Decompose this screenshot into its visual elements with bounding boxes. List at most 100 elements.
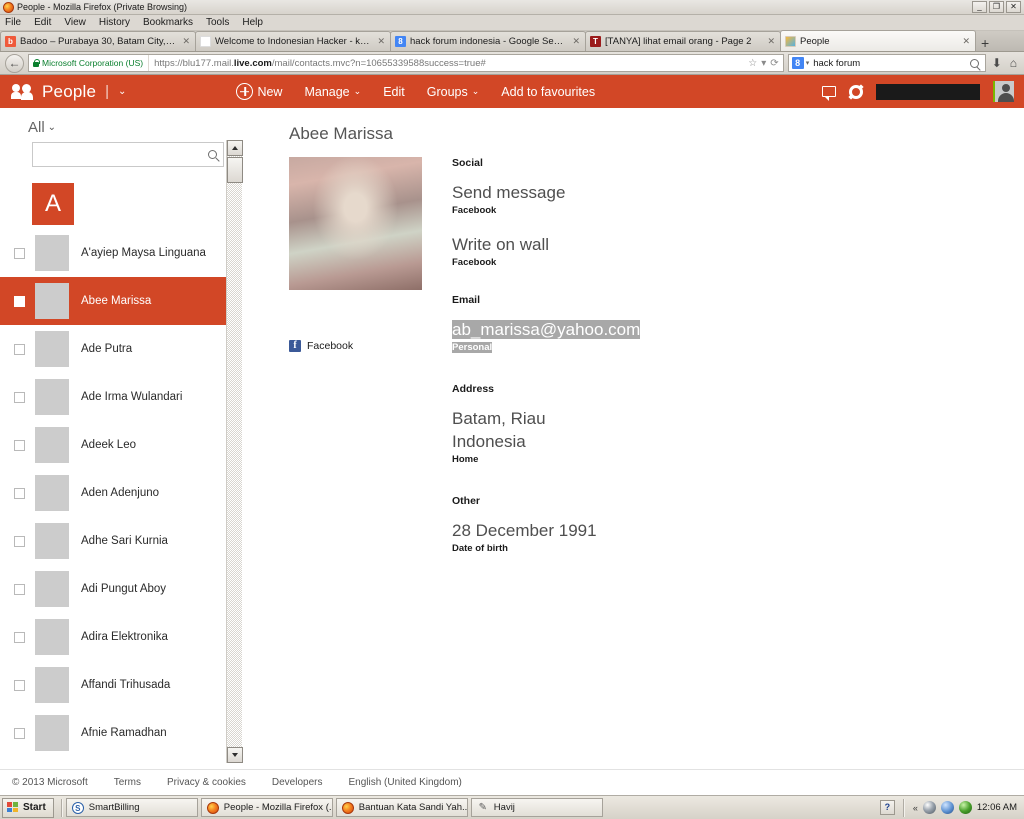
language-link[interactable]: English (United Kingdom)	[348, 777, 461, 788]
list-item[interactable]: Adeek Leo	[0, 421, 242, 469]
scrollbar-thumb[interactable]	[227, 157, 243, 183]
browser-tab[interactable]: T [TANYA] lihat email orang - Page 2 ✕	[585, 31, 781, 51]
clock[interactable]: 12:06 AM	[977, 802, 1017, 813]
privacy-cookies-link[interactable]: Privacy & cookies	[167, 777, 246, 788]
scroll-up-button[interactable]	[227, 140, 243, 156]
close-icon[interactable]: ✕	[765, 36, 775, 47]
app-header-right	[822, 81, 1024, 102]
site-identity[interactable]: Microsoft Corporation (US)	[29, 55, 150, 71]
search-icon[interactable]	[969, 58, 979, 68]
menu-tools[interactable]: Tools	[206, 17, 229, 28]
menu-file[interactable]: File	[5, 17, 21, 28]
contacts-filter[interactable]: All ⌄	[0, 108, 242, 142]
scroll-down-button[interactable]	[227, 747, 243, 763]
terms-link[interactable]: Terms	[114, 777, 141, 788]
menu-bookmarks[interactable]: Bookmarks	[143, 17, 193, 28]
browser-tab[interactable]: b Badoo – Purabaya 30, Batam City, Indon…	[0, 31, 196, 51]
help-icon[interactable]: ?	[879, 800, 895, 815]
contact-checkbox[interactable]	[14, 391, 25, 403]
contact-checkbox[interactable]	[14, 487, 25, 499]
close-icon[interactable]: ✕	[180, 36, 190, 47]
browser-tab-active[interactable]: People ✕	[780, 30, 976, 51]
search-bar[interactable]: 8 ▾ hack forum	[787, 54, 986, 72]
new-tab-button[interactable]: +	[975, 36, 995, 51]
close-icon[interactable]: ✕	[375, 36, 385, 47]
contact-checkbox[interactable]	[14, 295, 25, 307]
groups-menu[interactable]: Groups ⌄	[427, 85, 480, 99]
maximize-button[interactable]: ❐	[989, 1, 1004, 13]
tray-expand-icon[interactable]: «	[913, 803, 918, 813]
list-item[interactable]: Adi Pungut Aboy	[0, 565, 242, 613]
google-search-engine-icon[interactable]: 8	[791, 57, 804, 69]
new-button[interactable]: New	[236, 83, 282, 100]
contact-name: Adeek Leo	[81, 439, 136, 451]
start-button[interactable]: Start	[2, 797, 54, 818]
facebook-link[interactable]: f Facebook	[289, 340, 452, 352]
contact-checkbox[interactable]	[14, 583, 25, 595]
home-icon[interactable]: ⌂	[1008, 56, 1019, 70]
search-contacts-box[interactable]	[32, 142, 224, 167]
contact-name: Adi Pungut Aboy	[81, 583, 167, 595]
back-button[interactable]: ←	[5, 53, 24, 73]
search-input[interactable]	[39, 147, 208, 162]
manage-menu[interactable]: Manage ⌄	[304, 85, 361, 99]
gear-icon[interactable]	[849, 84, 863, 99]
close-icon[interactable]: ✕	[570, 36, 580, 47]
contact-checkbox[interactable]	[14, 727, 25, 739]
close-icon[interactable]: ✕	[960, 36, 970, 47]
bookmark-star-icon[interactable]: ☆	[748, 58, 757, 69]
write-on-wall-link[interactable]: Write on wall	[452, 233, 1024, 256]
contact-checkbox[interactable]	[14, 439, 25, 451]
connection-icon[interactable]	[940, 801, 954, 814]
contact-checkbox[interactable]	[14, 247, 25, 259]
menu-edit[interactable]: Edit	[34, 17, 51, 28]
contacts-scrollbar[interactable]	[226, 140, 243, 763]
contact-checkbox[interactable]	[14, 679, 25, 691]
brand[interactable]: People | ⌄	[11, 82, 126, 102]
email-value[interactable]: ab_marissa@yahoo.com	[452, 320, 641, 339]
main-content: All ⌄ A A'ayiep Maysa Linguana Abee Mari…	[0, 108, 1024, 763]
menu-history[interactable]: History	[99, 17, 130, 28]
chevron-down-icon[interactable]: ⌄	[118, 86, 126, 97]
search-icon[interactable]	[208, 150, 217, 159]
url-bar[interactable]: Microsoft Corporation (US) https://blu17…	[28, 54, 784, 72]
taskbar-item[interactable]: ✎ Havij	[470, 798, 603, 817]
address-line-2: Indonesia	[452, 432, 526, 451]
chevron-down-icon[interactable]: ▾	[761, 58, 766, 69]
contact-name: A'ayiep Maysa Linguana	[81, 247, 206, 259]
contact-checkbox[interactable]	[14, 631, 25, 643]
list-item[interactable]: Afnie Ramadhan	[0, 709, 242, 757]
taskbar-item[interactable]: S SmartBilling	[65, 798, 198, 817]
browser-tab[interactable]: 8 hack forum indonesia - Google Search ✕	[390, 31, 586, 51]
list-item[interactable]: Adhe Sari Kurnia	[0, 517, 242, 565]
list-item[interactable]: Affandi Trihusada	[0, 661, 242, 709]
menu-help[interactable]: Help	[242, 17, 263, 28]
downloads-icon[interactable]: ⬇	[990, 56, 1004, 70]
add-to-favourites-button[interactable]: Add to favourites	[501, 85, 595, 99]
shield-icon[interactable]	[958, 801, 972, 814]
list-item-selected[interactable]: Abee Marissa	[0, 277, 242, 325]
chevron-down-icon[interactable]: ▾	[806, 59, 810, 67]
close-button[interactable]: ✕	[1006, 1, 1021, 13]
reload-icon[interactable]: ⟳	[770, 58, 778, 69]
network-icon[interactable]	[922, 801, 936, 814]
list-item[interactable]: Aden Adenjuno	[0, 469, 242, 517]
list-item[interactable]: Ade Irma Wulandari	[0, 373, 242, 421]
send-message-link[interactable]: Send message	[452, 181, 1024, 204]
browser-tab[interactable]: M Welcome to Indonesian Hacker - kainand…	[195, 31, 391, 51]
search-input[interactable]: hack forum	[813, 58, 969, 69]
menu-view[interactable]: View	[64, 17, 86, 28]
list-item[interactable]: A'ayiep Maysa Linguana	[0, 229, 242, 277]
contacts-search-wrap	[0, 142, 242, 167]
messages-icon[interactable]	[822, 86, 836, 101]
taskbar-item[interactable]: People - Mozilla Firefox (...	[200, 798, 333, 817]
contact-checkbox[interactable]	[14, 535, 25, 547]
list-item[interactable]: Ade Putra	[0, 325, 242, 373]
minimize-button[interactable]: _	[972, 1, 987, 13]
contact-checkbox[interactable]	[14, 343, 25, 355]
taskbar-item[interactable]: Bantuan Kata Sandi Yah...	[335, 798, 468, 817]
list-item[interactable]: Adira Elektronika	[0, 613, 242, 661]
edit-button[interactable]: Edit	[383, 85, 405, 99]
developers-link[interactable]: Developers	[272, 777, 323, 788]
avatar[interactable]	[993, 81, 1014, 102]
